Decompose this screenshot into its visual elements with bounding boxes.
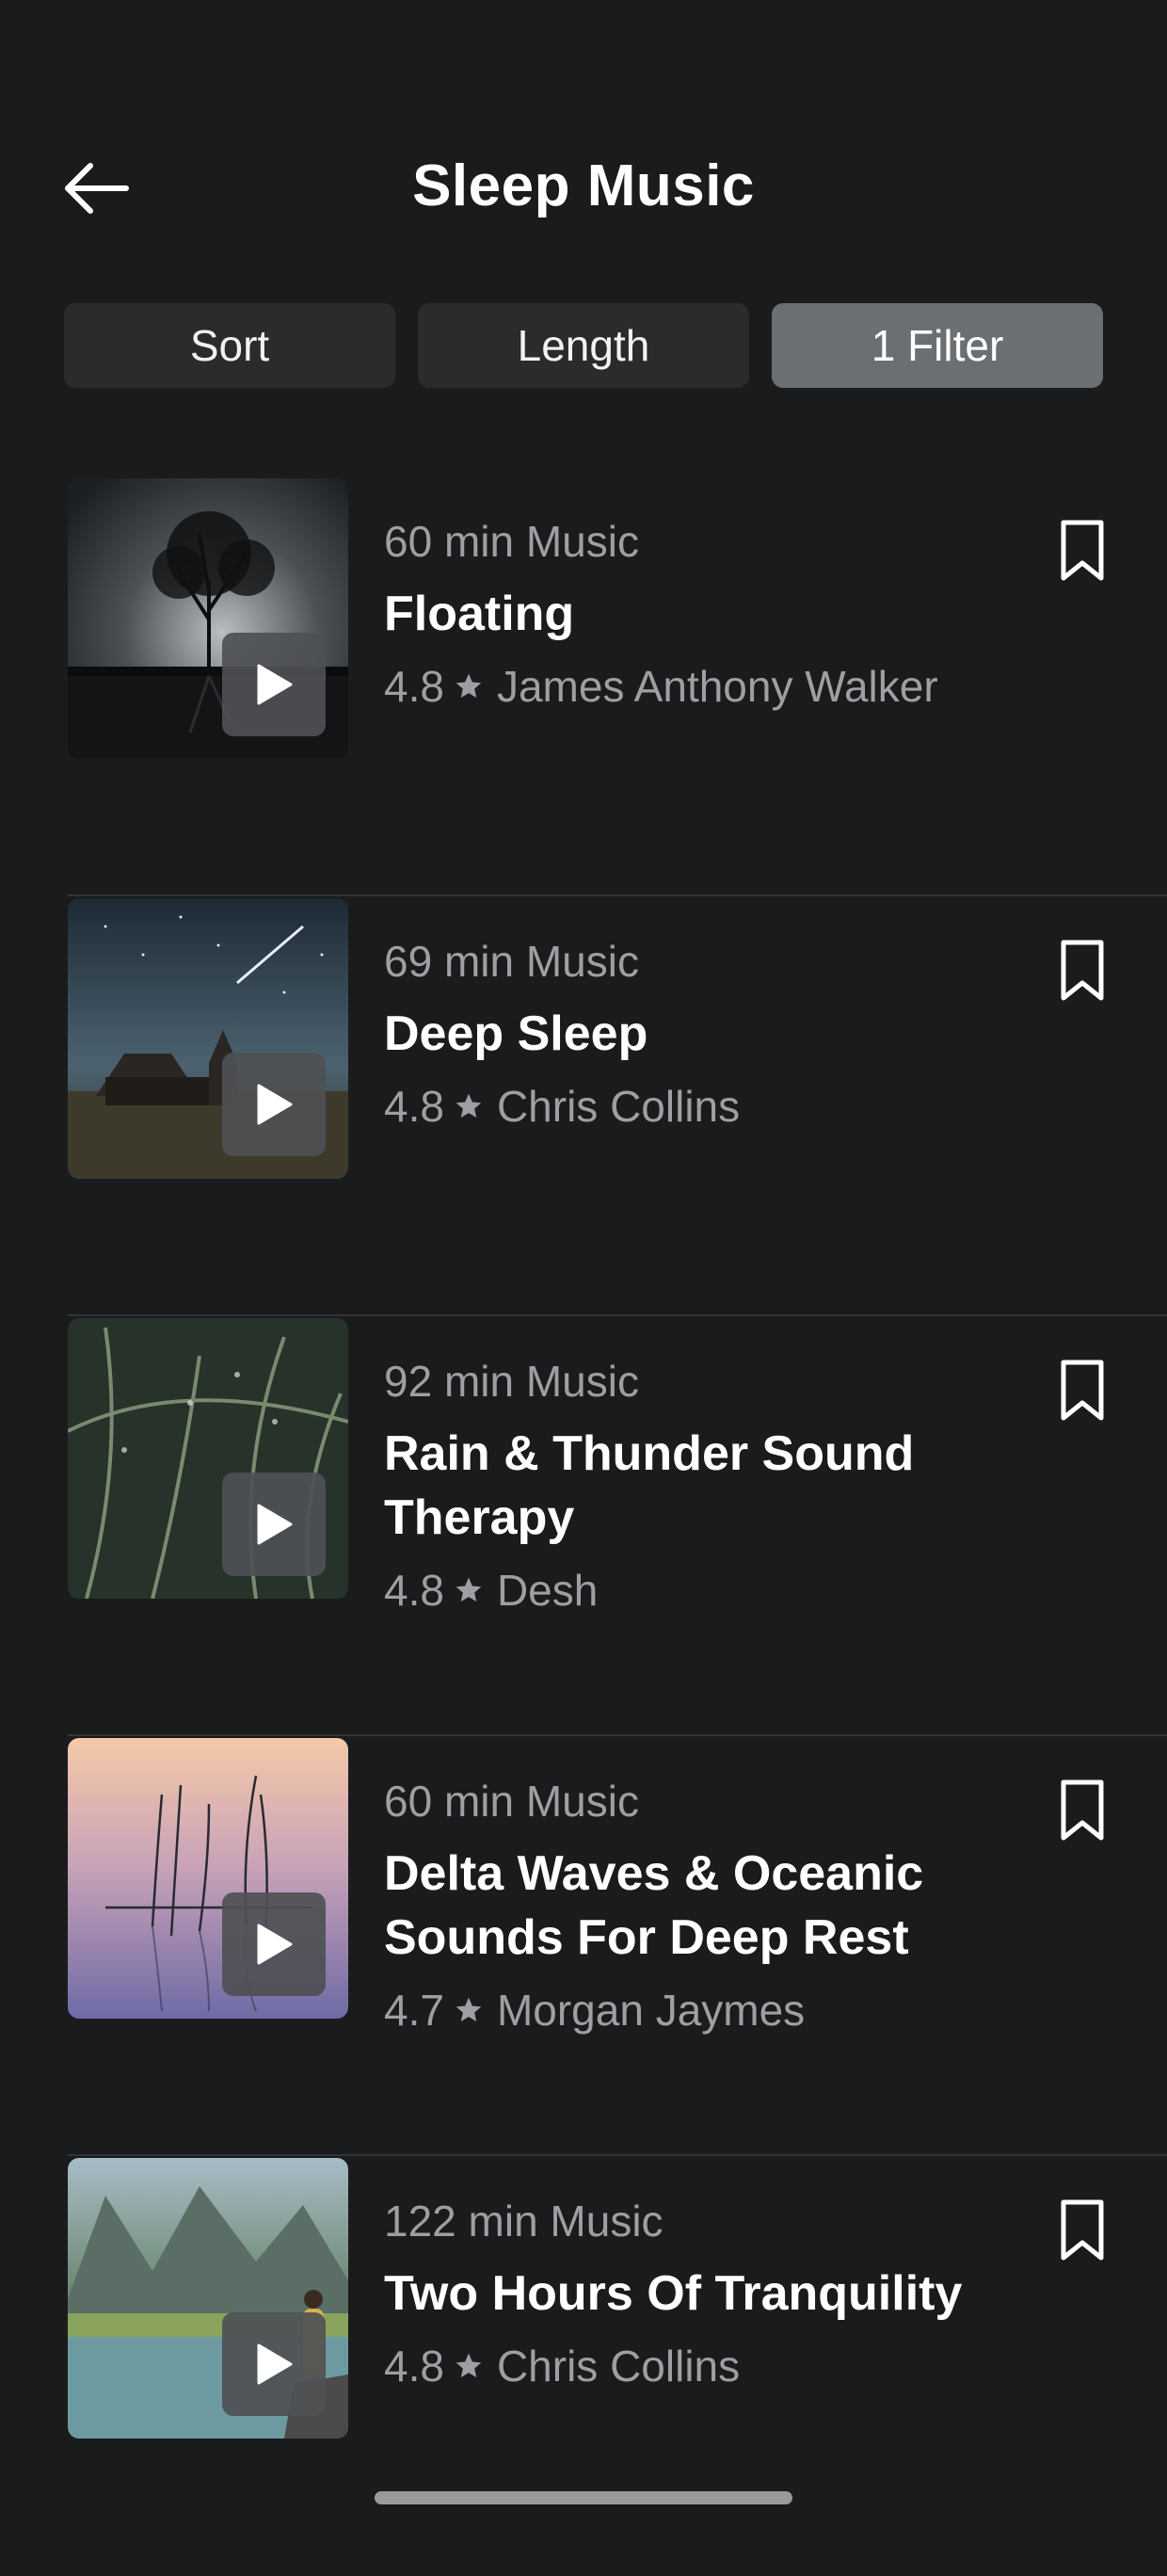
item-duration: 60 min Music (384, 517, 639, 566)
item-duration: 92 min Music (384, 1357, 639, 1406)
item-meta: 122 min Music Two Hours Of Tranquility 4… (384, 2194, 1099, 2393)
star-icon (454, 2351, 484, 2381)
item-author: Morgan Jaymes (496, 1986, 806, 2035)
rating-line: 4.8 Chris Collins (384, 2339, 1099, 2393)
bookmark-button[interactable] (1054, 2198, 1111, 2263)
bookmark-icon (1061, 1360, 1104, 1421)
thumbnail[interactable] (68, 898, 348, 1179)
play-button[interactable] (222, 1473, 326, 1576)
item-rating: 4.8 (384, 2342, 444, 2391)
bookmark-button[interactable] (1054, 938, 1111, 1004)
filter-bar: Sort Length 1 Filter (64, 303, 1103, 388)
star-icon (454, 671, 484, 701)
rating-line: 4.8 Desh (384, 1563, 1099, 1618)
star-icon (454, 1575, 484, 1605)
thumbnail[interactable] (68, 478, 348, 759)
item-duration: 122 min Music (384, 2197, 663, 2246)
bookmark-icon (1061, 520, 1104, 581)
item-duration: 69 min Music (384, 937, 639, 986)
bookmark-button[interactable] (1054, 1778, 1111, 1843)
item-title[interactable]: Deep Sleep (384, 1002, 1099, 1066)
play-icon (257, 1504, 293, 1545)
item-author: James Anthony Walker (496, 662, 938, 711)
list-item[interactable]: 122 min Music Two Hours Of Tranquility 4… (0, 2156, 1167, 2576)
item-meta: 60 min Music Floating 4.8 James Anthony … (384, 514, 1099, 714)
thumbnail[interactable] (68, 1318, 348, 1599)
thumbnail[interactable] (68, 1738, 348, 2019)
list-item[interactable]: 92 min Music Rain & Thunder Sound Therap… (0, 1316, 1167, 1736)
list-item[interactable]: 60 min Music Delta Waves & Oceanic Sound… (0, 1736, 1167, 2156)
rating-line: 4.8 Chris Collins (384, 1079, 1099, 1134)
play-icon (257, 664, 293, 705)
home-indicator[interactable] (375, 2491, 792, 2504)
filter-button[interactable]: 1 Filter (772, 303, 1103, 388)
item-author: Desh (496, 1566, 599, 1615)
star-icon (454, 1995, 484, 2025)
bookmark-icon (1061, 1779, 1104, 1841)
play-icon (257, 2343, 293, 2385)
bookmark-button[interactable] (1054, 518, 1111, 584)
item-duration: 60 min Music (384, 1777, 639, 1826)
sort-button[interactable]: Sort (64, 303, 395, 388)
item-meta: 92 min Music Rain & Thunder Sound Therap… (384, 1354, 1099, 1618)
play-button[interactable] (222, 2312, 326, 2416)
item-rating: 4.8 (384, 662, 444, 711)
play-button[interactable] (222, 1053, 326, 1156)
item-rating: 4.7 (384, 1986, 444, 2035)
list-item[interactable]: 60 min Music Floating 4.8 James Anthony … (0, 476, 1167, 896)
item-rating: 4.8 (384, 1082, 444, 1131)
page-title: Sleep Music (412, 153, 755, 218)
bookmark-button[interactable] (1054, 1358, 1111, 1424)
play-button[interactable] (222, 633, 326, 736)
item-title[interactable]: Floating (384, 582, 1099, 646)
music-list: 60 min Music Floating 4.8 James Anthony … (0, 476, 1167, 2576)
item-title[interactable]: Two Hours Of Tranquility (384, 2262, 1099, 2326)
length-button[interactable]: Length (418, 303, 749, 388)
item-rating: 4.8 (384, 1566, 444, 1615)
list-item[interactable]: 69 min Music Deep Sleep 4.8 Chris Collin… (0, 896, 1167, 1316)
thumbnail[interactable] (68, 2158, 348, 2439)
play-icon (257, 1924, 293, 1965)
bookmark-icon (1061, 2199, 1104, 2261)
play-button[interactable] (222, 1892, 326, 1996)
item-meta: 69 min Music Deep Sleep 4.8 Chris Collin… (384, 934, 1099, 1134)
header: Sleep Music (0, 0, 1167, 282)
item-title[interactable]: Delta Waves & Oceanic Sounds For Deep Re… (384, 1842, 1099, 1970)
rating-line: 4.8 James Anthony Walker (384, 659, 1099, 714)
play-icon (257, 1084, 293, 1125)
item-author: Chris Collins (496, 2342, 741, 2391)
bookmark-icon (1061, 940, 1104, 1001)
star-icon (454, 1091, 484, 1121)
item-title[interactable]: Rain & Thunder Sound Therapy (384, 1422, 1099, 1550)
item-author: Chris Collins (496, 1082, 741, 1131)
item-meta: 60 min Music Delta Waves & Oceanic Sound… (384, 1774, 1099, 2037)
rating-line: 4.7 Morgan Jaymes (384, 1983, 1099, 2037)
